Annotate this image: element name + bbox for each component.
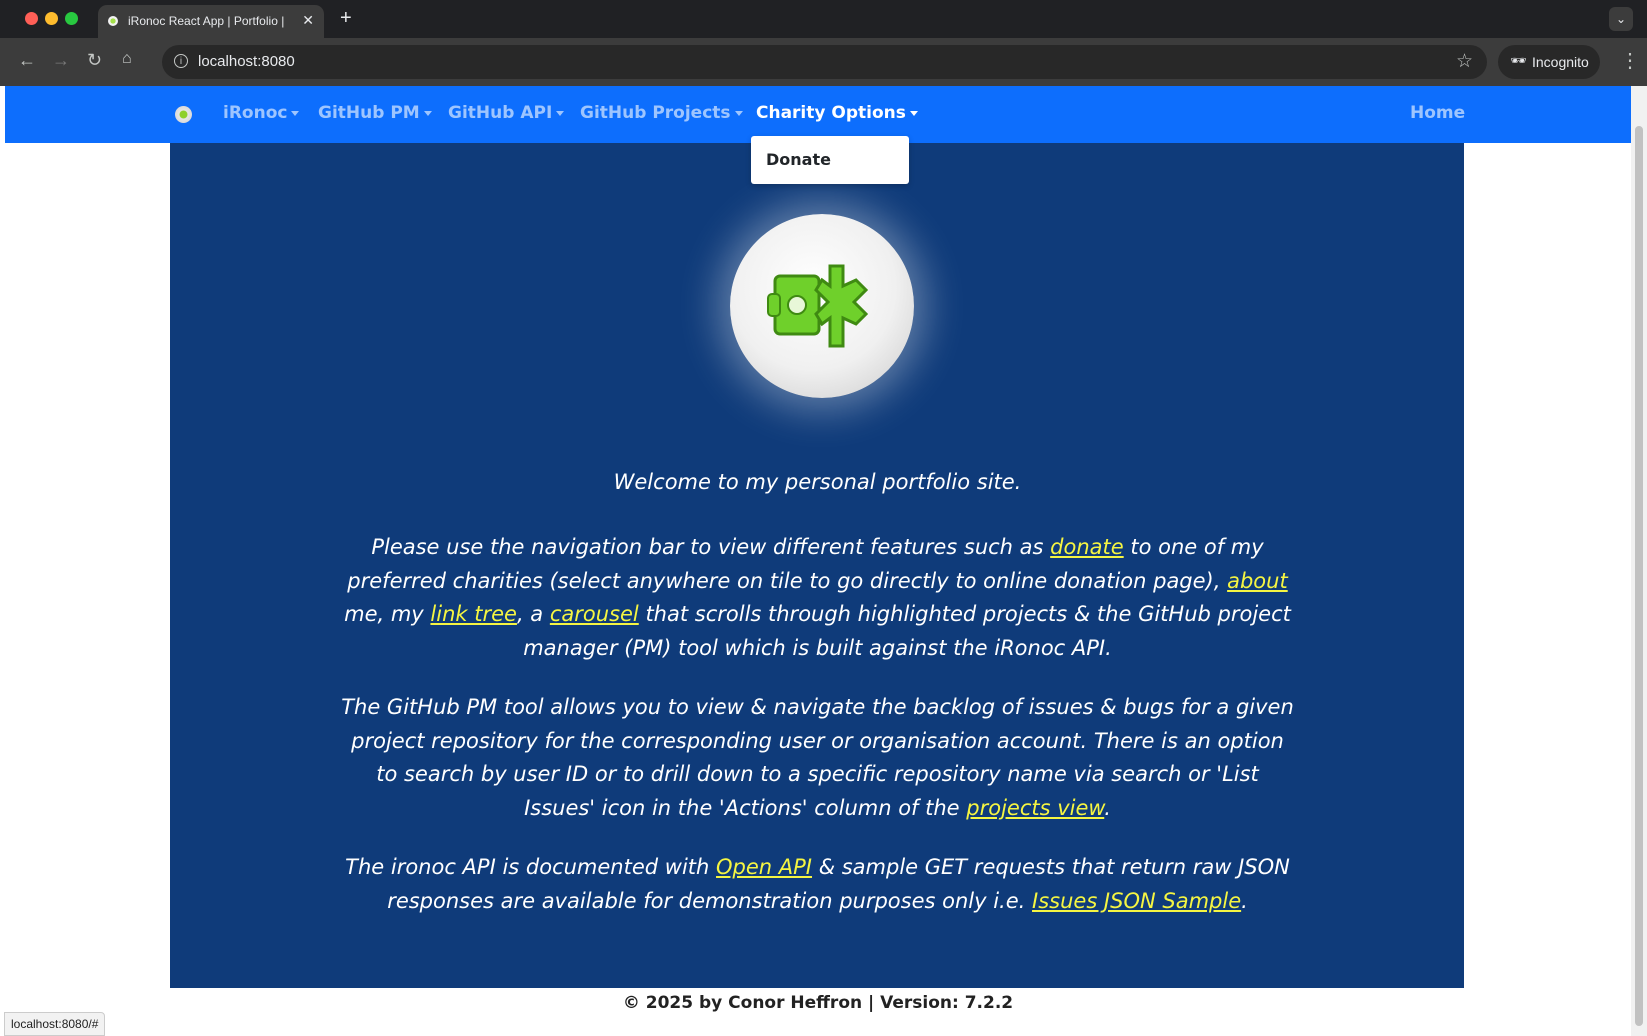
nav-menu-github-api[interactable]: GitHub API: [448, 103, 565, 123]
url-text[interactable]: localhost:8080: [198, 53, 295, 70]
browser-toolbar: ← → ↻ ⌂ i localhost:8080 ☆: [0, 38, 1647, 86]
donate-menu-item[interactable]: Donate: [766, 150, 831, 169]
link-tree-link[interactable]: link tree: [430, 602, 517, 626]
home-icon[interactable]: ⌂: [122, 50, 132, 68]
caret-down-icon: [423, 110, 432, 116]
bookmark-star-icon[interactable]: ☆: [1456, 50, 1473, 73]
incognito-label: Incognito: [1532, 54, 1589, 70]
browser-menu-icon[interactable]: ⋮: [1620, 48, 1640, 73]
incognito-icon: 🕶: [1510, 53, 1527, 68]
about-link[interactable]: about: [1227, 569, 1288, 593]
open-api-link[interactable]: Open API: [716, 855, 812, 879]
site-info-icon[interactable]: i: [174, 54, 188, 68]
intro-panel: Welcome to my personal portfolio site. P…: [170, 143, 1464, 988]
reload-icon[interactable]: ↻: [87, 50, 102, 71]
maximize-window-button[interactable]: [65, 12, 78, 25]
welcome-text: Welcome to my personal portfolio site.: [613, 470, 1022, 494]
issues-json-link[interactable]: Issues JSON Sample: [1032, 889, 1241, 913]
tab-search-icon[interactable]: ⌄: [1609, 7, 1633, 31]
site-logo: [730, 214, 914, 398]
new-tab-button[interactable]: +: [340, 7, 352, 30]
api-paragraph: The ironoc API is documented with Open A…: [345, 855, 1290, 913]
nav-menu-github-pm[interactable]: GitHub PM: [318, 103, 432, 123]
address-bar[interactable]: i localhost:8080 ☆: [162, 45, 1487, 79]
page-viewport: iRonoc GitHub PM GitHub API GitHub Proje…: [5, 86, 1631, 1036]
forward-icon[interactable]: →: [52, 50, 70, 71]
nav-menu-charity-options[interactable]: Charity Options: [756, 103, 918, 123]
caret-down-icon: [734, 110, 743, 116]
pm-tool-paragraph: The GitHub PM tool allows you to view & …: [341, 695, 1294, 820]
scrollbar-thumb[interactable]: [1635, 126, 1643, 1026]
tab-strip: iRonoc React App | Portfolio | ✕ + ⌄: [0, 0, 1647, 38]
nav-menu-github-projects[interactable]: GitHub Projects: [580, 103, 743, 123]
charity-options-dropdown: Donate: [751, 136, 909, 184]
donate-link[interactable]: donate: [1050, 535, 1124, 559]
brand-logo-icon[interactable]: [175, 106, 192, 123]
nav-menu-ironoc[interactable]: iRonoc: [223, 103, 300, 123]
favicon-icon: [108, 16, 118, 26]
caret-down-icon: [909, 110, 918, 116]
puzzle-wrench-icon: [767, 264, 869, 348]
nav-home-link[interactable]: Home: [1410, 103, 1465, 123]
caret-down-icon: [556, 110, 565, 116]
back-icon[interactable]: ←: [18, 50, 36, 71]
status-url-bar: localhost:8080/#: [4, 1012, 106, 1036]
browser-tab[interactable]: iRonoc React App | Portfolio | ✕: [98, 5, 324, 38]
intro-paragraph: Please use the navigation bar to view di…: [344, 535, 1291, 660]
incognito-badge[interactable]: 🕶 Incognito: [1498, 45, 1600, 79]
site-navbar: iRonoc GitHub PM GitHub API GitHub Proje…: [5, 86, 1631, 143]
carousel-link[interactable]: carousel: [550, 602, 639, 626]
minimize-window-button[interactable]: [45, 12, 58, 25]
page-scrollbar[interactable]: [1631, 86, 1647, 1036]
tab-close-icon[interactable]: ✕: [302, 12, 314, 29]
caret-down-icon: [291, 110, 300, 116]
projects-view-link[interactable]: projects view: [966, 796, 1104, 820]
tab-title: iRonoc React App | Portfolio |: [128, 14, 285, 28]
close-window-button[interactable]: [25, 12, 38, 25]
page-footer: © 2025 by Conor Heffron | Version: 7.2.2: [622, 993, 1014, 1013]
